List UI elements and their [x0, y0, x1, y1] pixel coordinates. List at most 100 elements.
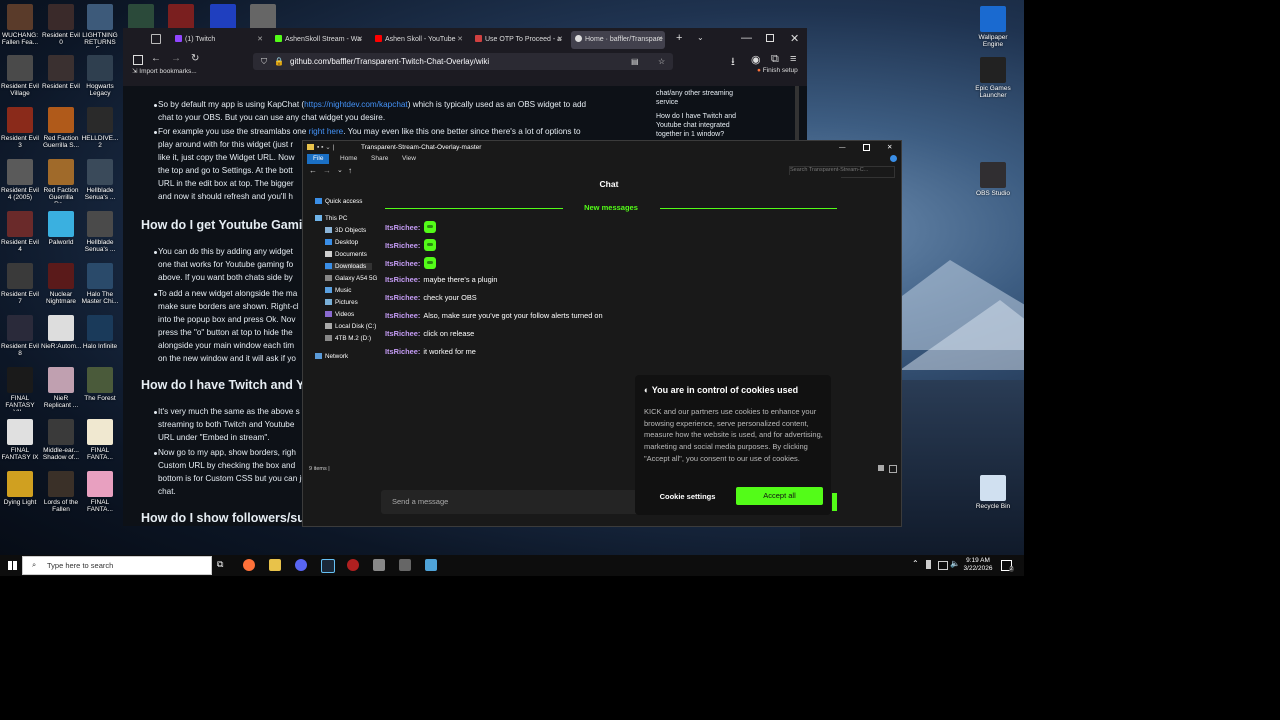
- vscode-icon[interactable]: [425, 559, 437, 571]
- desktop-icon[interactable]: Middle-ear... Shadow of...: [41, 419, 81, 463]
- tab-twitch[interactable]: (1) Twitch ✕: [171, 31, 265, 49]
- sidebar-link-line[interactable]: together in 1 window?: [656, 130, 724, 139]
- nav-item[interactable]: Quick access: [315, 198, 362, 205]
- send-button[interactable]: [832, 493, 837, 511]
- desktop-icon[interactable]: Red Faction Guerrilla Re...: [41, 159, 81, 203]
- nav-item[interactable]: Galaxy A54 5G: [325, 275, 377, 282]
- address-bar[interactable]: ⛉ 🔒 github.com/baffler/Transparent-Twitc…: [253, 53, 673, 70]
- large-icons-view-icon[interactable]: [889, 465, 897, 473]
- taskbar-search[interactable]: ⌕ Type here to search: [22, 556, 212, 575]
- desktop-icon[interactable]: OBS Studio: [972, 162, 1014, 206]
- cookie-settings-button[interactable]: Cookie settings: [645, 488, 730, 506]
- up-icon[interactable]: ↑: [348, 166, 352, 175]
- account-icon[interactable]: ◉: [751, 53, 761, 66]
- settings-icon[interactable]: [399, 559, 411, 571]
- desktop-icon[interactable]: FINAL FANTA...: [80, 419, 120, 463]
- desktop-icon[interactable]: Wallpaper Engine: [972, 6, 1014, 50]
- desktop-icon[interactable]: Resident Evil 8: [0, 315, 40, 359]
- new-tab-button[interactable]: +: [676, 32, 682, 44]
- minimize-button[interactable]: —: [741, 32, 752, 44]
- nav-item[interactable]: 3D Objects: [325, 227, 366, 234]
- desktop-icon[interactable]: Resident Evil 4 (2005): [0, 159, 40, 203]
- desktop-icon[interactable]: Halo Infinite: [80, 315, 120, 359]
- ribbon-tab-home[interactable]: Home: [340, 154, 357, 164]
- desktop-icon[interactable]: LIGHTNING RETURNS F...: [80, 4, 120, 48]
- chat-username[interactable]: ItsRichee:: [385, 223, 420, 232]
- chat-username[interactable]: ItsRichee:: [385, 259, 420, 268]
- sidebar-link-line[interactable]: chat/any other streaming: [656, 89, 733, 98]
- minimize-button[interactable]: —: [839, 141, 846, 154]
- bookmark-star-icon[interactable]: ☆: [658, 53, 665, 70]
- desktop-icon[interactable]: FINAL FANTASY VII...: [0, 367, 40, 411]
- desktop-icon[interactable]: FINAL FANTA...: [80, 471, 120, 515]
- maximize-button[interactable]: [863, 144, 870, 151]
- sidebar-link-line[interactable]: service: [656, 98, 678, 107]
- right-here-link[interactable]: right here: [309, 127, 344, 136]
- desktop-icon[interactable]: HELLDIVE... 2: [80, 107, 120, 151]
- desktop-icon[interactable]: Resident Evil Village: [0, 55, 40, 99]
- nav-item[interactable]: Pictures: [325, 299, 358, 306]
- desktop-icon[interactable]: The Forest: [80, 367, 120, 411]
- new-messages-divider[interactable]: New messages: [385, 202, 837, 214]
- desktop-icon[interactable]: Hogwarts Legacy: [80, 55, 120, 99]
- nav-item[interactable]: Documents: [325, 251, 367, 258]
- tab-otp[interactable]: Use OTP To Proceed - a ✕: [471, 31, 565, 49]
- details-view-icon[interactable]: [878, 465, 884, 471]
- chat-username[interactable]: ItsRichee:: [385, 347, 420, 356]
- ribbon-tab-file[interactable]: File: [307, 154, 330, 164]
- nav-item[interactable]: Network: [315, 353, 348, 360]
- nav-item[interactable]: Local Disk (C:): [325, 323, 376, 330]
- tab-youtube[interactable]: Ashen Skoll - YouTube ✕: [371, 31, 465, 49]
- finish-setup-link[interactable]: ● Finish setup: [757, 67, 798, 74]
- close-icon[interactable]: ✕: [557, 31, 563, 49]
- desktop-icon[interactable]: Recycle Bin: [972, 475, 1014, 519]
- forward-icon[interactable]: →: [171, 53, 181, 64]
- accept-all-button[interactable]: Accept all: [736, 487, 823, 505]
- ribbon-tab-share[interactable]: Share: [371, 154, 388, 164]
- sidebar-scrollbar[interactable]: [795, 86, 799, 146]
- menu-icon[interactable]: ≡: [790, 53, 796, 65]
- desktop-icon[interactable]: Resident Evil 3: [0, 107, 40, 151]
- forward-icon[interactable]: →: [323, 166, 331, 175]
- network-icon[interactable]: [938, 561, 948, 570]
- volume-icon[interactable]: 🔈: [950, 559, 960, 568]
- clock[interactable]: 9:19 AM 3/22/2026: [960, 557, 996, 573]
- back-icon[interactable]: ←: [151, 53, 161, 64]
- desktop-icon[interactable]: Hellblade Senua's ...: [80, 211, 120, 255]
- nav-item[interactable]: Downloads: [325, 263, 373, 270]
- kapchat-link[interactable]: https://nightdev.com/kapchat: [304, 100, 408, 109]
- nav-item[interactable]: Music: [325, 287, 351, 294]
- close-window-button[interactable]: ✕: [887, 141, 892, 154]
- tab-github[interactable]: Home · baffler/Transpare ✕: [571, 31, 665, 49]
- close-window-button[interactable]: ✕: [790, 32, 799, 45]
- tray-overflow-icon[interactable]: ⌃: [912, 559, 919, 568]
- discord-icon[interactable]: [295, 559, 307, 571]
- tab-kick-stream[interactable]: AshenSkoll Stream - Wa ✕: [271, 31, 365, 49]
- close-icon[interactable]: ✕: [457, 31, 463, 49]
- maximize-button[interactable]: [766, 34, 774, 42]
- desktop-icon[interactable]: Red Faction Guerrilla S...: [41, 107, 81, 151]
- desktop-icon[interactable]: Resident Evil 4: [0, 211, 40, 255]
- game-icon[interactable]: [347, 559, 359, 571]
- extensions-icon[interactable]: ⧉: [771, 53, 779, 66]
- chevron-down-icon[interactable]: ⌄: [697, 33, 704, 42]
- reload-icon[interactable]: ↻: [191, 53, 199, 64]
- close-icon[interactable]: ✕: [257, 31, 263, 49]
- chat-username[interactable]: ItsRichee:: [385, 293, 420, 302]
- nav-item[interactable]: Videos: [325, 311, 354, 318]
- desktop-icon[interactable]: Dying Light: [0, 471, 40, 515]
- app-icon[interactable]: [373, 559, 385, 571]
- nav-item[interactable]: This PC: [315, 215, 347, 222]
- desktop-icon[interactable]: NieR:Autom...: [41, 315, 81, 359]
- start-button[interactable]: [8, 561, 17, 570]
- chat-username[interactable]: ItsRichee:: [385, 241, 420, 250]
- sidebar-link-line[interactable]: Youtube chat integrated: [656, 121, 730, 130]
- nav-item[interactable]: Desktop: [325, 239, 358, 246]
- desktop-icon[interactable]: FINAL FANTASY IX: [0, 419, 40, 463]
- firefox-icon[interactable]: [243, 559, 255, 571]
- file-explorer-icon[interactable]: [269, 559, 281, 571]
- desktop-icon[interactable]: WUCHANG: Fallen Fea...: [0, 4, 40, 48]
- desktop-icon[interactable]: Halo The Master Chi...: [80, 263, 120, 307]
- nav-item[interactable]: 4TB M.2 (D:): [325, 335, 371, 342]
- desktop-icon[interactable]: NieR Replicant ...: [41, 367, 81, 411]
